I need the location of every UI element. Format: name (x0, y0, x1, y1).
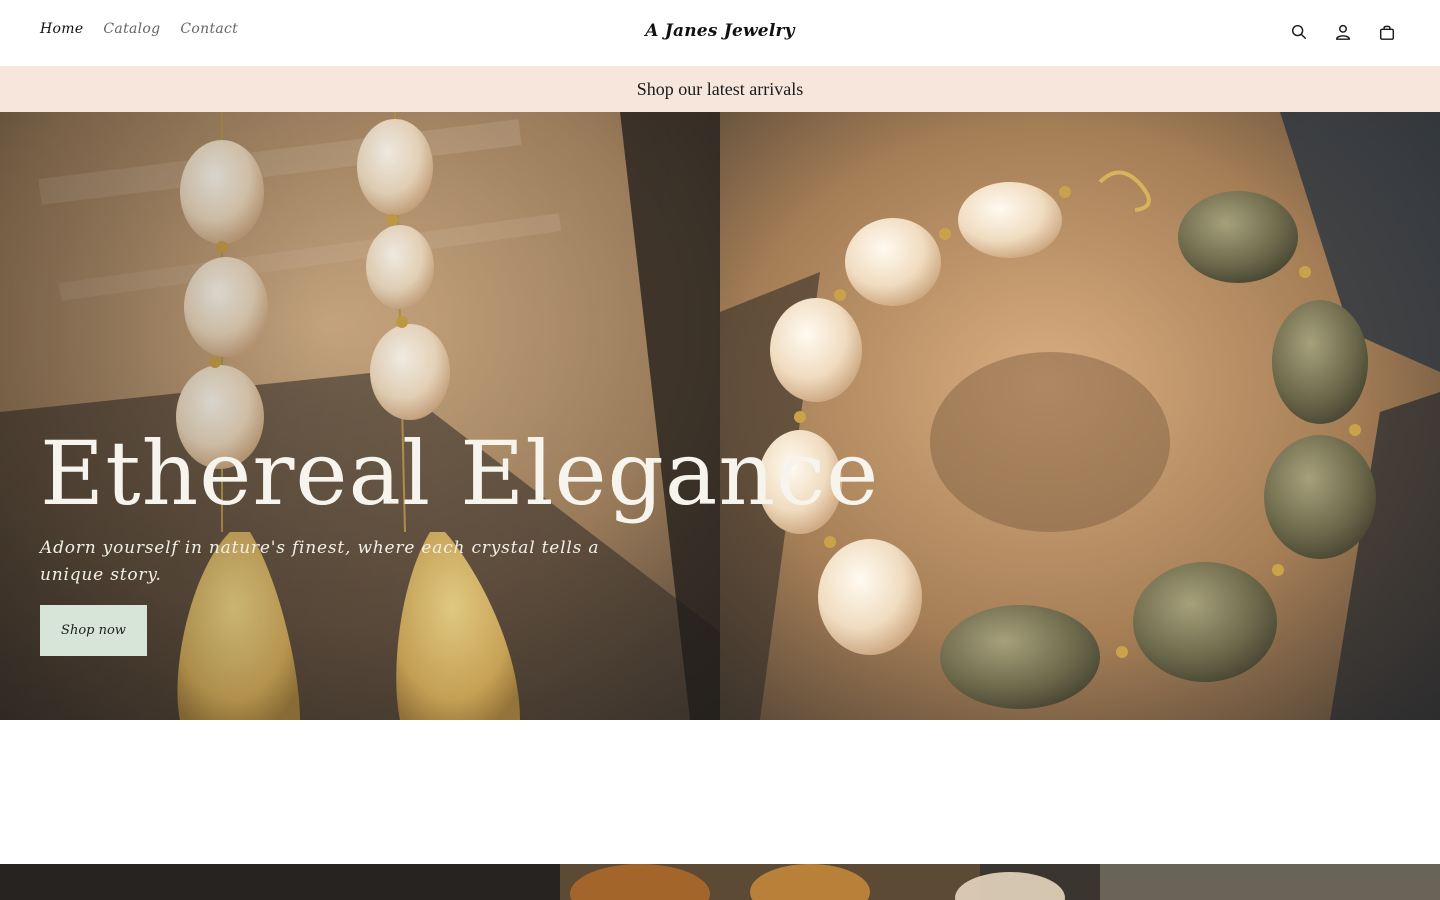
search-icon[interactable] (1290, 22, 1308, 42)
hero-title: Ethereal Elegance (40, 422, 880, 525)
next-section-image (0, 864, 1440, 900)
site-header: Home Catalog Contact A Janes Jewelry (0, 0, 1440, 66)
hero-image (0, 112, 1440, 720)
account-icon[interactable] (1334, 22, 1352, 42)
announcement-text[interactable]: Shop our latest arrivals (637, 79, 803, 99)
announcement-bar[interactable]: Shop our latest arrivals (0, 66, 1440, 112)
shop-now-button[interactable]: Shop now (40, 605, 147, 656)
hero-banner: Ethereal Elegance Adorn yourself in natu… (0, 112, 1440, 720)
site-logo[interactable]: A Janes Jewelry (0, 21, 1440, 41)
hero-subtitle: Adorn yourself in nature's finest, where… (40, 538, 600, 585)
cart-icon[interactable] (1378, 22, 1396, 42)
header-icons (1290, 22, 1396, 42)
